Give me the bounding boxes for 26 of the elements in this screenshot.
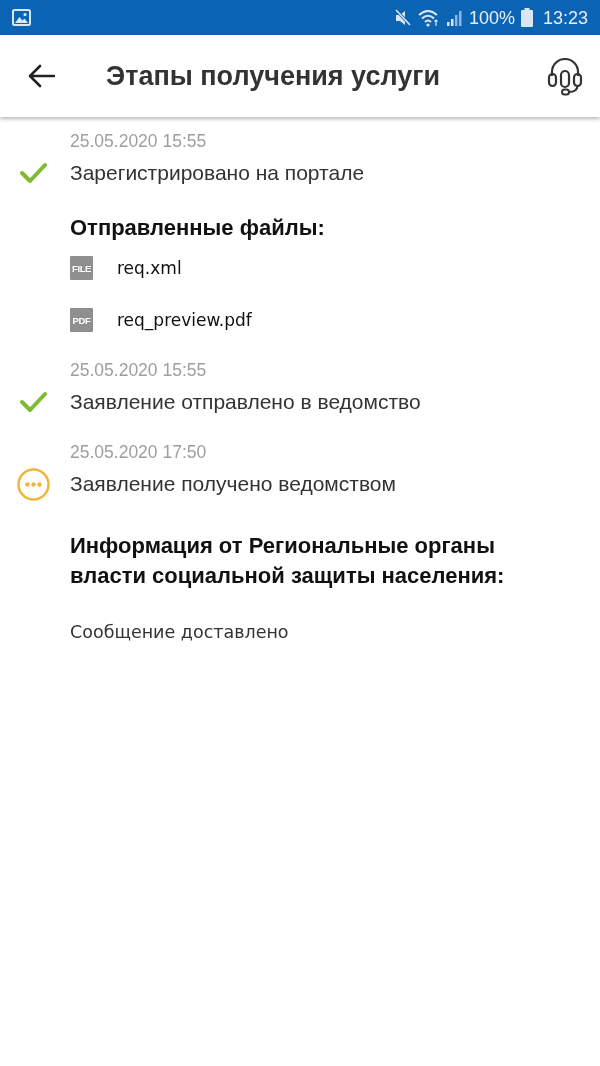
check-icon	[19, 162, 47, 184]
file-link[interactable]: req.xml	[117, 258, 182, 278]
more-dots-icon	[16, 467, 50, 501]
step-title: Заявление отправлено в ведомство	[70, 389, 421, 415]
arrow-left-icon	[27, 64, 55, 88]
step-date: 25.05.2020 17:50	[69, 441, 208, 464]
file-link[interactable]: req_preview.pdf	[117, 310, 252, 330]
file-type-badge: FILE	[70, 256, 93, 280]
step-date: 25.05.2020 15:55	[69, 359, 208, 382]
mute-icon	[393, 8, 412, 27]
battery-percent: 100%	[468, 7, 515, 28]
check-icon	[19, 391, 47, 413]
files-heading: Отправленные файлы:	[69, 214, 326, 242]
image-icon	[12, 9, 31, 26]
step-date: 25.05.2020 15:55	[69, 130, 208, 153]
step-title: Заявление получено ведомством	[70, 471, 396, 497]
clock: 13:23	[542, 7, 588, 28]
signal-icon	[445, 8, 463, 27]
status-message: Сообщение доставлено	[69, 621, 290, 644]
info-heading: Информация от Региональные органы власти социальной защиты населения:	[69, 532, 506, 590]
battery-icon	[520, 8, 533, 27]
wifi-icon	[417, 8, 440, 27]
screen-title: Этапы получения услуги	[106, 60, 442, 92]
file-type-badge: PDF	[70, 308, 93, 332]
step-title: Зарегистрировано на портале	[70, 160, 365, 186]
headset-icon	[547, 56, 583, 96]
